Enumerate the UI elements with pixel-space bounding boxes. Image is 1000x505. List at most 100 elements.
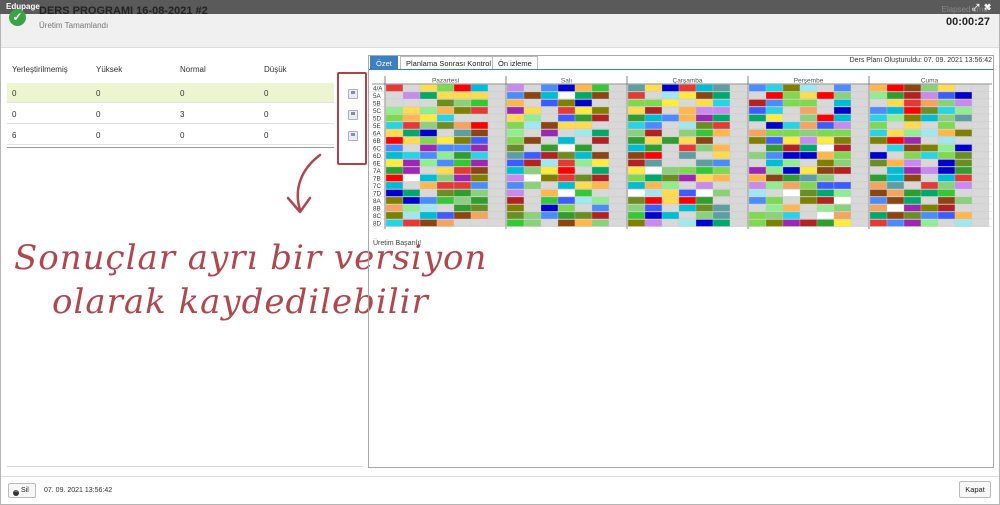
lesson-cell <box>937 114 956 122</box>
lesson-cell <box>591 151 610 160</box>
lesson-cell <box>782 219 801 227</box>
lesson-cell <box>869 159 888 167</box>
lesson-cell <box>729 129 748 137</box>
lesson-cell <box>419 121 438 130</box>
lesson-cell <box>765 91 784 100</box>
lesson-cell <box>644 106 663 115</box>
lesson-cell <box>661 91 680 100</box>
lesson-cell <box>971 174 990 182</box>
lesson-cell <box>419 174 438 182</box>
lesson-cell <box>799 196 818 205</box>
lesson-cell <box>385 166 404 175</box>
lesson-cell <box>695 99 714 107</box>
lesson-cell <box>782 121 801 130</box>
class-label: 7D <box>373 190 382 197</box>
lesson-cell <box>644 159 663 167</box>
lesson-cell <box>782 196 801 205</box>
lesson-cell <box>436 84 455 92</box>
lesson-cell <box>402 99 421 107</box>
class-label: 6E <box>373 160 381 167</box>
lesson-cell <box>487 219 506 227</box>
lesson-cell <box>712 106 731 115</box>
lesson-cell <box>402 159 421 167</box>
lesson-cell <box>385 151 404 160</box>
lesson-cell <box>436 114 455 122</box>
lesson-cell <box>850 129 869 137</box>
lesson-cell <box>816 189 835 197</box>
footer-date: 07. 09. 2021 13:56:42 <box>44 487 113 494</box>
lesson-cell <box>608 106 627 115</box>
lesson-cell <box>540 136 559 145</box>
lesson-cell <box>920 151 939 160</box>
lesson-cell <box>487 159 506 167</box>
lesson-cell <box>523 144 542 152</box>
lesson-cell <box>850 114 869 122</box>
lesson-cell <box>748 219 767 227</box>
lesson-cell <box>436 151 455 160</box>
lesson-cell <box>661 159 680 167</box>
close-button[interactable]: Kapat <box>959 481 991 498</box>
lesson-cell <box>470 121 489 130</box>
lesson-cell <box>799 181 818 190</box>
lesson-cell <box>765 84 784 92</box>
window-title: Edupage <box>6 2 40 11</box>
lesson-cell <box>903 99 922 107</box>
lesson-cell <box>608 174 627 182</box>
lesson-cell <box>591 189 610 197</box>
lesson-cell <box>748 151 767 160</box>
lesson-cell <box>678 151 697 160</box>
lesson-cell <box>608 91 627 100</box>
table-row[interactable]: 0 0 0 0 <box>7 83 334 103</box>
lesson-cell <box>678 84 697 92</box>
lesson-cell <box>695 84 714 92</box>
lesson-cell <box>678 166 697 175</box>
lesson-cell <box>574 189 593 197</box>
lesson-cell <box>574 91 593 100</box>
lesson-cell <box>748 84 767 92</box>
lesson-cell <box>661 99 680 107</box>
lesson-cell <box>436 211 455 220</box>
lesson-cell <box>869 196 888 205</box>
annotation-arrow <box>286 153 322 214</box>
lesson-cell <box>954 144 973 152</box>
lesson-cell <box>833 151 852 160</box>
table-row[interactable]: 0 0 3 0 <box>7 104 334 124</box>
lesson-cell <box>937 219 956 227</box>
lesson-cell <box>816 84 835 92</box>
lesson-cell <box>402 211 421 220</box>
table-row[interactable]: 6 0 0 0 <box>7 125 334 145</box>
lesson-cell <box>523 151 542 160</box>
lesson-cell <box>506 159 525 167</box>
tab-summary[interactable]: Özet <box>370 56 398 70</box>
delete-button[interactable]: − Sil <box>8 483 36 498</box>
lesson-cell <box>954 151 973 160</box>
lesson-cell <box>937 91 956 100</box>
lesson-cell <box>506 174 525 182</box>
tab-preview[interactable]: Ön izleme <box>492 56 538 70</box>
lesson-cell <box>886 196 905 205</box>
class-label: 8B <box>373 205 381 212</box>
lesson-cell <box>644 144 663 152</box>
class-label: 5C <box>373 108 382 115</box>
lesson-cell <box>506 204 525 212</box>
lesson-cell <box>695 136 714 145</box>
lesson-cell <box>661 166 680 175</box>
lesson-cell <box>833 181 852 190</box>
lesson-cell <box>574 159 593 167</box>
lesson-cell <box>695 106 714 115</box>
lesson-cell <box>661 84 680 92</box>
lesson-cell <box>608 129 627 137</box>
lesson-cell <box>712 114 731 122</box>
tab-post-planning-check[interactable]: Planlama Sonrası Kontrol <box>400 56 498 70</box>
lesson-cell <box>470 151 489 160</box>
lesson-cell <box>661 219 680 227</box>
lesson-cell <box>765 106 784 115</box>
lesson-cell <box>712 159 731 167</box>
class-label: 8C <box>373 213 382 220</box>
lesson-cell <box>608 219 627 227</box>
lesson-cell <box>661 211 680 220</box>
lesson-cell <box>920 114 939 122</box>
lesson-cell <box>869 144 888 152</box>
lesson-cell <box>540 91 559 100</box>
lesson-cell <box>470 219 489 227</box>
